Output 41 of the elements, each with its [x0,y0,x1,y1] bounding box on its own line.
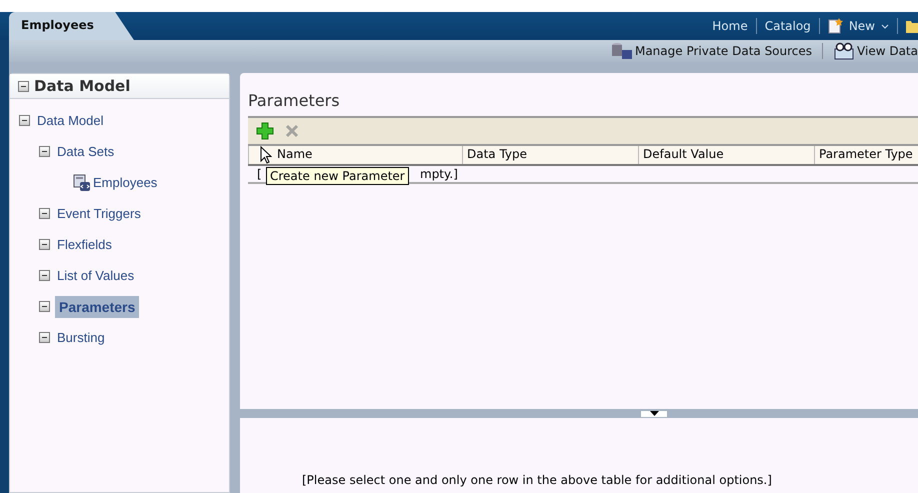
tree-item[interactable]: List of Values [55,265,136,286]
column-header[interactable]: Parameter Type [814,146,918,164]
column-header[interactable]: Data Type [462,146,638,164]
tree-item[interactable]: Bursting [55,327,107,348]
cursor-icon [260,146,272,164]
tooltip: Create new Parameter [266,167,409,185]
nav-link[interactable]: Home [712,19,748,33]
collapse-icon[interactable] [39,146,50,157]
employees-tab[interactable]: Employees [9,12,134,40]
chevron-down-icon[interactable] [881,24,889,28]
collapse-icon[interactable] [39,301,50,312]
new-menu[interactable]: New [848,19,875,33]
nav-link[interactable]: Catalog [764,19,811,33]
column-header[interactable]: Default Value [638,146,814,164]
dataset-icon [73,174,91,192]
toolbar-link[interactable]: View Data [857,44,918,58]
collapse-icon[interactable] [39,239,50,250]
caret-icon [650,411,658,416]
collapse-icon[interactable] [19,115,30,126]
database-icon[interactable] [610,42,633,60]
collapse-icon[interactable] [18,80,29,92]
folder-icon[interactable] [906,19,918,33]
section-title: Parameters [247,90,341,112]
tree-item[interactable]: Employees [91,172,160,193]
collapse-handle[interactable] [641,410,667,416]
tree-item[interactable]: Event Triggers [55,203,143,224]
tree-item[interactable]: Data Sets [55,141,116,162]
toolbar-link[interactable]: Manage Private Data Sources [634,44,812,58]
empty-message: mpty.] [420,167,458,181]
new-document-icon[interactable] [828,18,843,34]
add-icon[interactable] [256,122,274,140]
empty-message: [ [257,167,262,181]
tree-item[interactable]: Flexfields [55,234,114,255]
collapse-icon[interactable] [39,332,50,343]
collapse-icon[interactable] [39,270,50,281]
hint-text: [Please select one and only one row in the above table for additional options.] [301,472,773,489]
glasses-icon[interactable] [833,42,856,60]
panel-title: Data Model [34,77,130,95]
collapse-icon[interactable] [39,208,50,219]
tree-item[interactable]: Data Model [35,110,106,131]
tree-item[interactable]: Parameters [55,296,140,318]
